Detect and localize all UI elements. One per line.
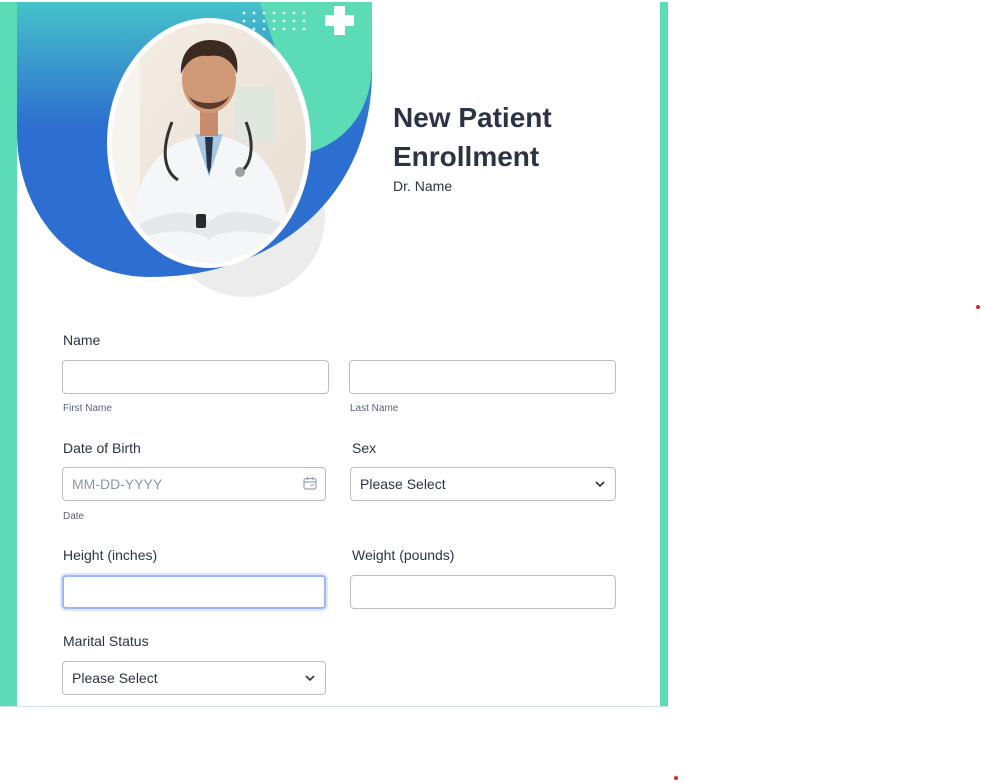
form-card: New Patient Enrollment Dr. Name Name Fir…	[0, 2, 668, 707]
last-name-input[interactable]	[349, 360, 616, 394]
marital-status-select[interactable]: Please Select	[62, 661, 326, 695]
last-name-sublabel: Last Name	[350, 403, 399, 414]
dob-input[interactable]	[62, 467, 326, 501]
marital-status-label: Marital Status	[63, 633, 149, 649]
sex-select[interactable]: Please Select	[350, 467, 616, 501]
form-title: New Patient Enrollment	[393, 102, 552, 172]
height-input[interactable]	[62, 575, 326, 609]
form-subtitle: Dr. Name	[393, 178, 453, 194]
first-name-input[interactable]	[62, 360, 329, 394]
weight-label: Weight (pounds)	[352, 547, 455, 563]
sex-label: Sex	[352, 440, 377, 456]
chevron-down-icon	[304, 672, 316, 684]
height-label: Height (inches)	[63, 547, 158, 563]
weight-input[interactable]	[350, 575, 616, 609]
sex-select-value: Please Select	[360, 476, 446, 492]
header-illustration	[17, 2, 372, 297]
right-accent-bar	[660, 2, 668, 706]
name-label: Name	[63, 332, 101, 348]
chevron-down-icon	[594, 478, 606, 490]
dob-field	[62, 467, 326, 501]
calendar-icon[interactable]	[303, 476, 317, 490]
red-dot-marker	[674, 776, 678, 780]
first-name-sublabel: First Name	[63, 403, 112, 414]
dob-label: Date of Birth	[63, 440, 141, 456]
red-dot-marker	[976, 305, 980, 309]
marital-status-select-value: Please Select	[72, 670, 158, 686]
dob-sublabel: Date	[63, 511, 85, 522]
